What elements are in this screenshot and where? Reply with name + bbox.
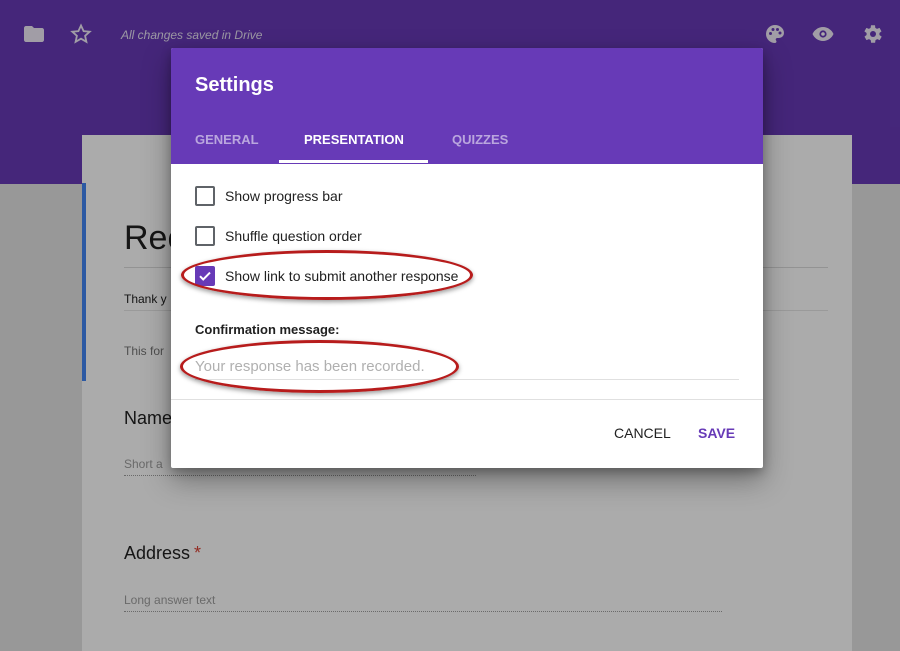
tab-general[interactable]: GENERAL	[195, 132, 259, 147]
option-show-submit-another-link[interactable]: Show link to submit another response	[195, 266, 458, 286]
checkbox[interactable]	[195, 186, 215, 206]
dialog-header: Settings GENERAL PRESENTATION QUIZZES	[171, 48, 763, 164]
settings-dialog: Settings GENERAL PRESENTATION QUIZZES Sh…	[171, 48, 763, 468]
active-tab-indicator	[279, 160, 428, 163]
option-label: Show progress bar	[225, 188, 343, 204]
checkbox-checked[interactable]	[195, 266, 215, 286]
option-shuffle-question-order[interactable]: Shuffle question order	[195, 226, 362, 246]
tab-quizzes[interactable]: QUIZZES	[452, 132, 508, 147]
confirmation-message-input[interactable]	[195, 354, 739, 380]
option-label: Show link to submit another response	[225, 268, 459, 284]
tab-presentation[interactable]: PRESENTATION	[304, 132, 404, 147]
dialog-divider	[171, 399, 763, 400]
option-show-progress-bar[interactable]: Show progress bar	[195, 186, 343, 206]
cancel-button[interactable]: CANCEL	[614, 425, 671, 441]
checkmark-icon	[199, 271, 211, 281]
checkbox[interactable]	[195, 226, 215, 246]
option-label: Shuffle question order	[225, 228, 362, 244]
dialog-title: Settings	[195, 74, 274, 96]
confirmation-message-label: Confirmation message:	[195, 322, 340, 337]
save-button[interactable]: SAVE	[698, 425, 735, 441]
